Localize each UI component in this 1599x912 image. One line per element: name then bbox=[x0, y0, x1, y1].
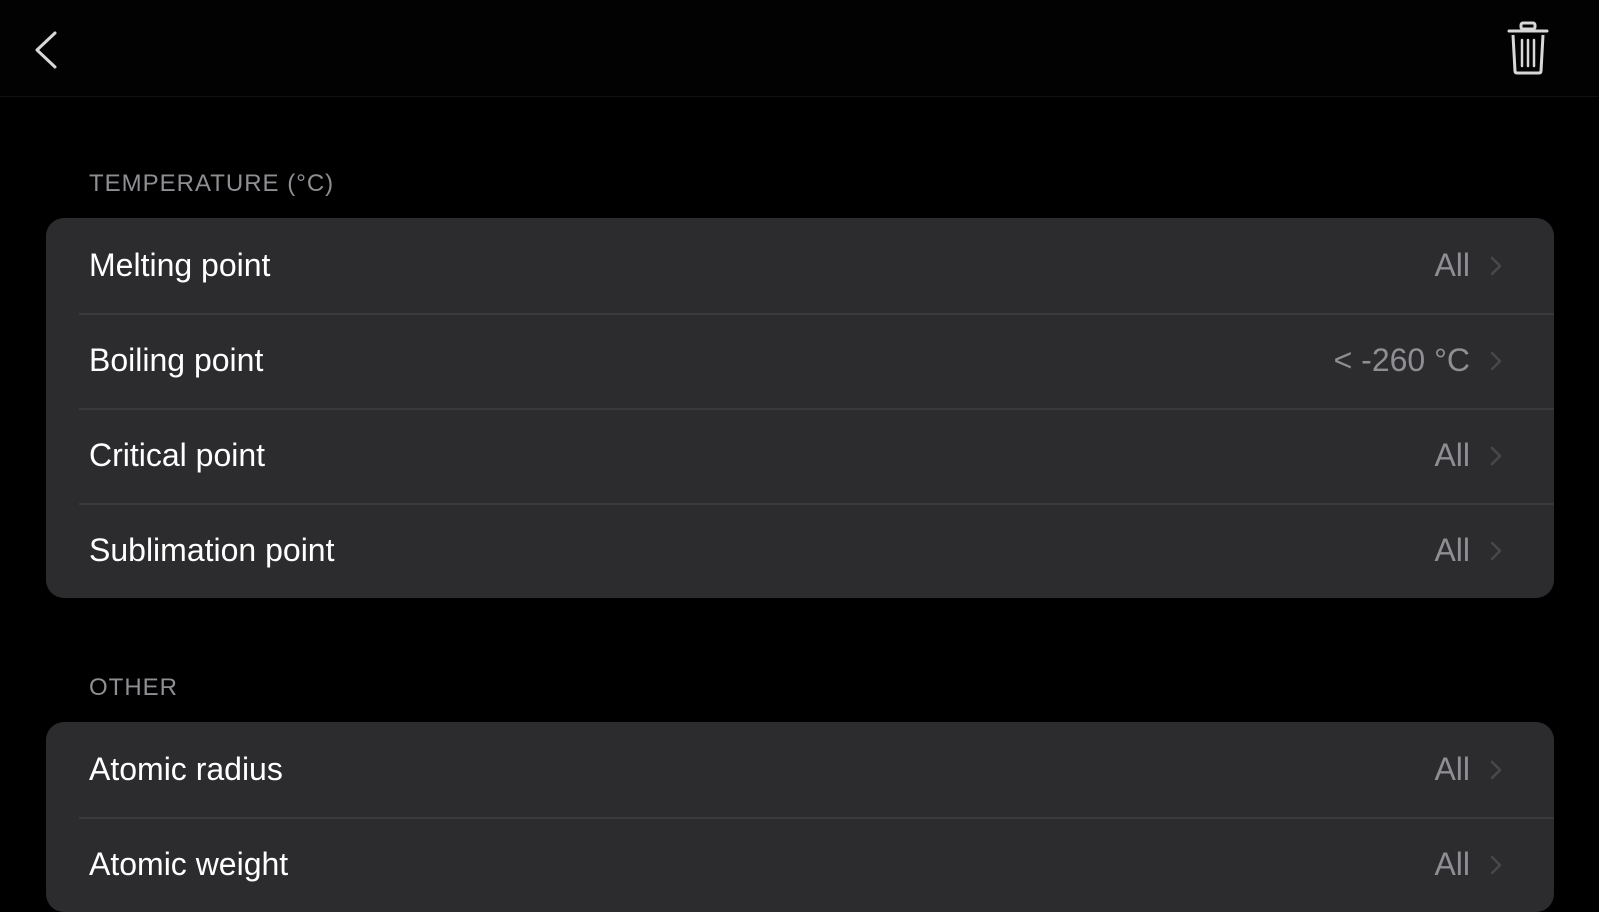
row-atomic-weight[interactable]: Atomic weight All bbox=[46, 817, 1554, 912]
row-label: Sublimation point bbox=[89, 532, 335, 568]
section-header-temperature: TEMPERATURE (°C) bbox=[89, 170, 335, 197]
row-value: All bbox=[1434, 532, 1470, 568]
chevron-left-icon bbox=[35, 31, 57, 69]
chevron-right-icon bbox=[1488, 444, 1504, 468]
row-value: All bbox=[1434, 751, 1470, 787]
row-sublimation-point[interactable]: Sublimation point All bbox=[46, 503, 1554, 598]
other-group: Atomic radius All Atomic weight All bbox=[46, 722, 1554, 912]
row-label: Melting point bbox=[89, 247, 271, 283]
row-value: All bbox=[1434, 437, 1470, 473]
chevron-right-icon bbox=[1488, 539, 1504, 563]
trash-icon bbox=[1507, 21, 1549, 75]
row-atomic-radius[interactable]: Atomic radius All bbox=[46, 722, 1554, 817]
row-value: < -260 °C bbox=[1333, 342, 1470, 378]
row-value: All bbox=[1434, 846, 1470, 882]
row-value: All bbox=[1434, 247, 1470, 283]
row-label: Critical point bbox=[89, 437, 266, 473]
row-boiling-point[interactable]: Boiling point < -260 °C bbox=[46, 313, 1554, 408]
section-header-other: OTHER bbox=[89, 674, 178, 701]
row-label: Boiling point bbox=[89, 342, 264, 378]
delete-button[interactable] bbox=[1500, 16, 1556, 80]
chevron-right-icon bbox=[1488, 349, 1504, 373]
row-label: Atomic radius bbox=[89, 751, 283, 787]
back-button[interactable] bbox=[22, 24, 70, 76]
row-critical-point[interactable]: Critical point All bbox=[46, 408, 1554, 503]
chevron-right-icon bbox=[1488, 853, 1504, 877]
row-label: Atomic weight bbox=[89, 846, 289, 882]
row-melting-point[interactable]: Melting point All bbox=[46, 218, 1554, 313]
chevron-right-icon bbox=[1488, 758, 1504, 782]
navigation-bar bbox=[0, 0, 1599, 97]
filter-list: TEMPERATURE (°C) Melting point All Boili… bbox=[0, 96, 1599, 912]
chevron-right-icon bbox=[1488, 254, 1504, 278]
temperature-group: Melting point All Boiling point < -260 °… bbox=[46, 218, 1554, 598]
